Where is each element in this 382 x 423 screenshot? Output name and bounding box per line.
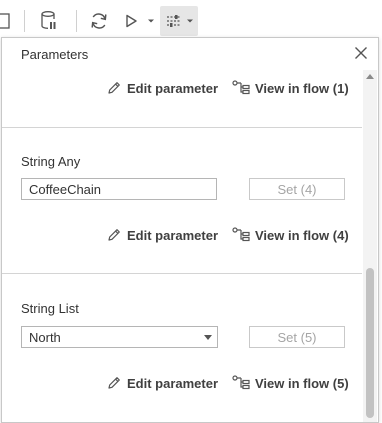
- edit-parameter-label: Edit parameter: [127, 375, 219, 391]
- panel-header: Parameters: [2, 38, 378, 70]
- pencil-icon: [108, 229, 120, 241]
- close-icon: [355, 47, 367, 59]
- run-dropdown-icon[interactable]: [144, 6, 158, 36]
- toolbar-separator: [76, 10, 77, 32]
- set-button-label: Set (5): [277, 329, 317, 345]
- parameters-panel: Parameters Edit parameter View in flow (…: [1, 37, 379, 423]
- run-icon[interactable]: [120, 6, 142, 36]
- set-button[interactable]: Set (4): [249, 178, 345, 200]
- set-button[interactable]: Set (5): [249, 326, 345, 348]
- parameter-label: String List: [21, 301, 79, 316]
- section-divider: [2, 273, 362, 274]
- view-in-flow-label: View in flow (4): [255, 227, 349, 243]
- set-button-label: Set (4): [277, 181, 317, 197]
- chevron-down-icon: [204, 335, 212, 340]
- scroll-up-arrow-icon[interactable]: [366, 74, 374, 79]
- selected-value: North: [29, 330, 61, 345]
- database-icon[interactable]: [36, 6, 62, 36]
- edit-parameter-button[interactable]: Edit parameter: [106, 80, 218, 96]
- view-in-flow-button[interactable]: View in flow (5): [232, 375, 349, 391]
- chevron-down-icon: [187, 19, 193, 23]
- panel-title: Parameters: [21, 47, 89, 62]
- flow-icon: [232, 375, 250, 390]
- view-in-flow-label: View in flow (5): [255, 375, 349, 391]
- document-icon[interactable]: [0, 6, 14, 36]
- edit-parameter-button[interactable]: Edit parameter: [106, 227, 218, 243]
- pencil-icon: [108, 82, 120, 94]
- toolbar-separator: [24, 10, 25, 32]
- view-in-flow-button[interactable]: View in flow (1): [232, 80, 349, 96]
- parameters-button[interactable]: [160, 6, 198, 36]
- scrollbar[interactable]: [363, 70, 377, 422]
- refresh-icon[interactable]: [86, 6, 112, 36]
- pencil-icon: [108, 377, 120, 389]
- scrollbar-thumb[interactable]: [366, 268, 374, 418]
- view-in-flow-label: View in flow (1): [255, 80, 349, 96]
- flow-icon: [232, 80, 250, 95]
- close-button[interactable]: [354, 46, 368, 60]
- edit-parameter-button[interactable]: Edit parameter: [106, 375, 218, 391]
- flow-icon: [232, 227, 250, 242]
- edit-parameter-label: Edit parameter: [127, 80, 219, 96]
- parameter-value-input[interactable]: [21, 178, 217, 200]
- parameter-value-select[interactable]: North: [21, 326, 218, 348]
- section-divider: [2, 127, 362, 128]
- toolbar: [0, 0, 382, 40]
- edit-parameter-label: Edit parameter: [127, 227, 219, 243]
- parameters-icon: [167, 15, 181, 27]
- parameter-label: String Any: [21, 154, 81, 169]
- view-in-flow-button[interactable]: View in flow (4): [232, 227, 349, 243]
